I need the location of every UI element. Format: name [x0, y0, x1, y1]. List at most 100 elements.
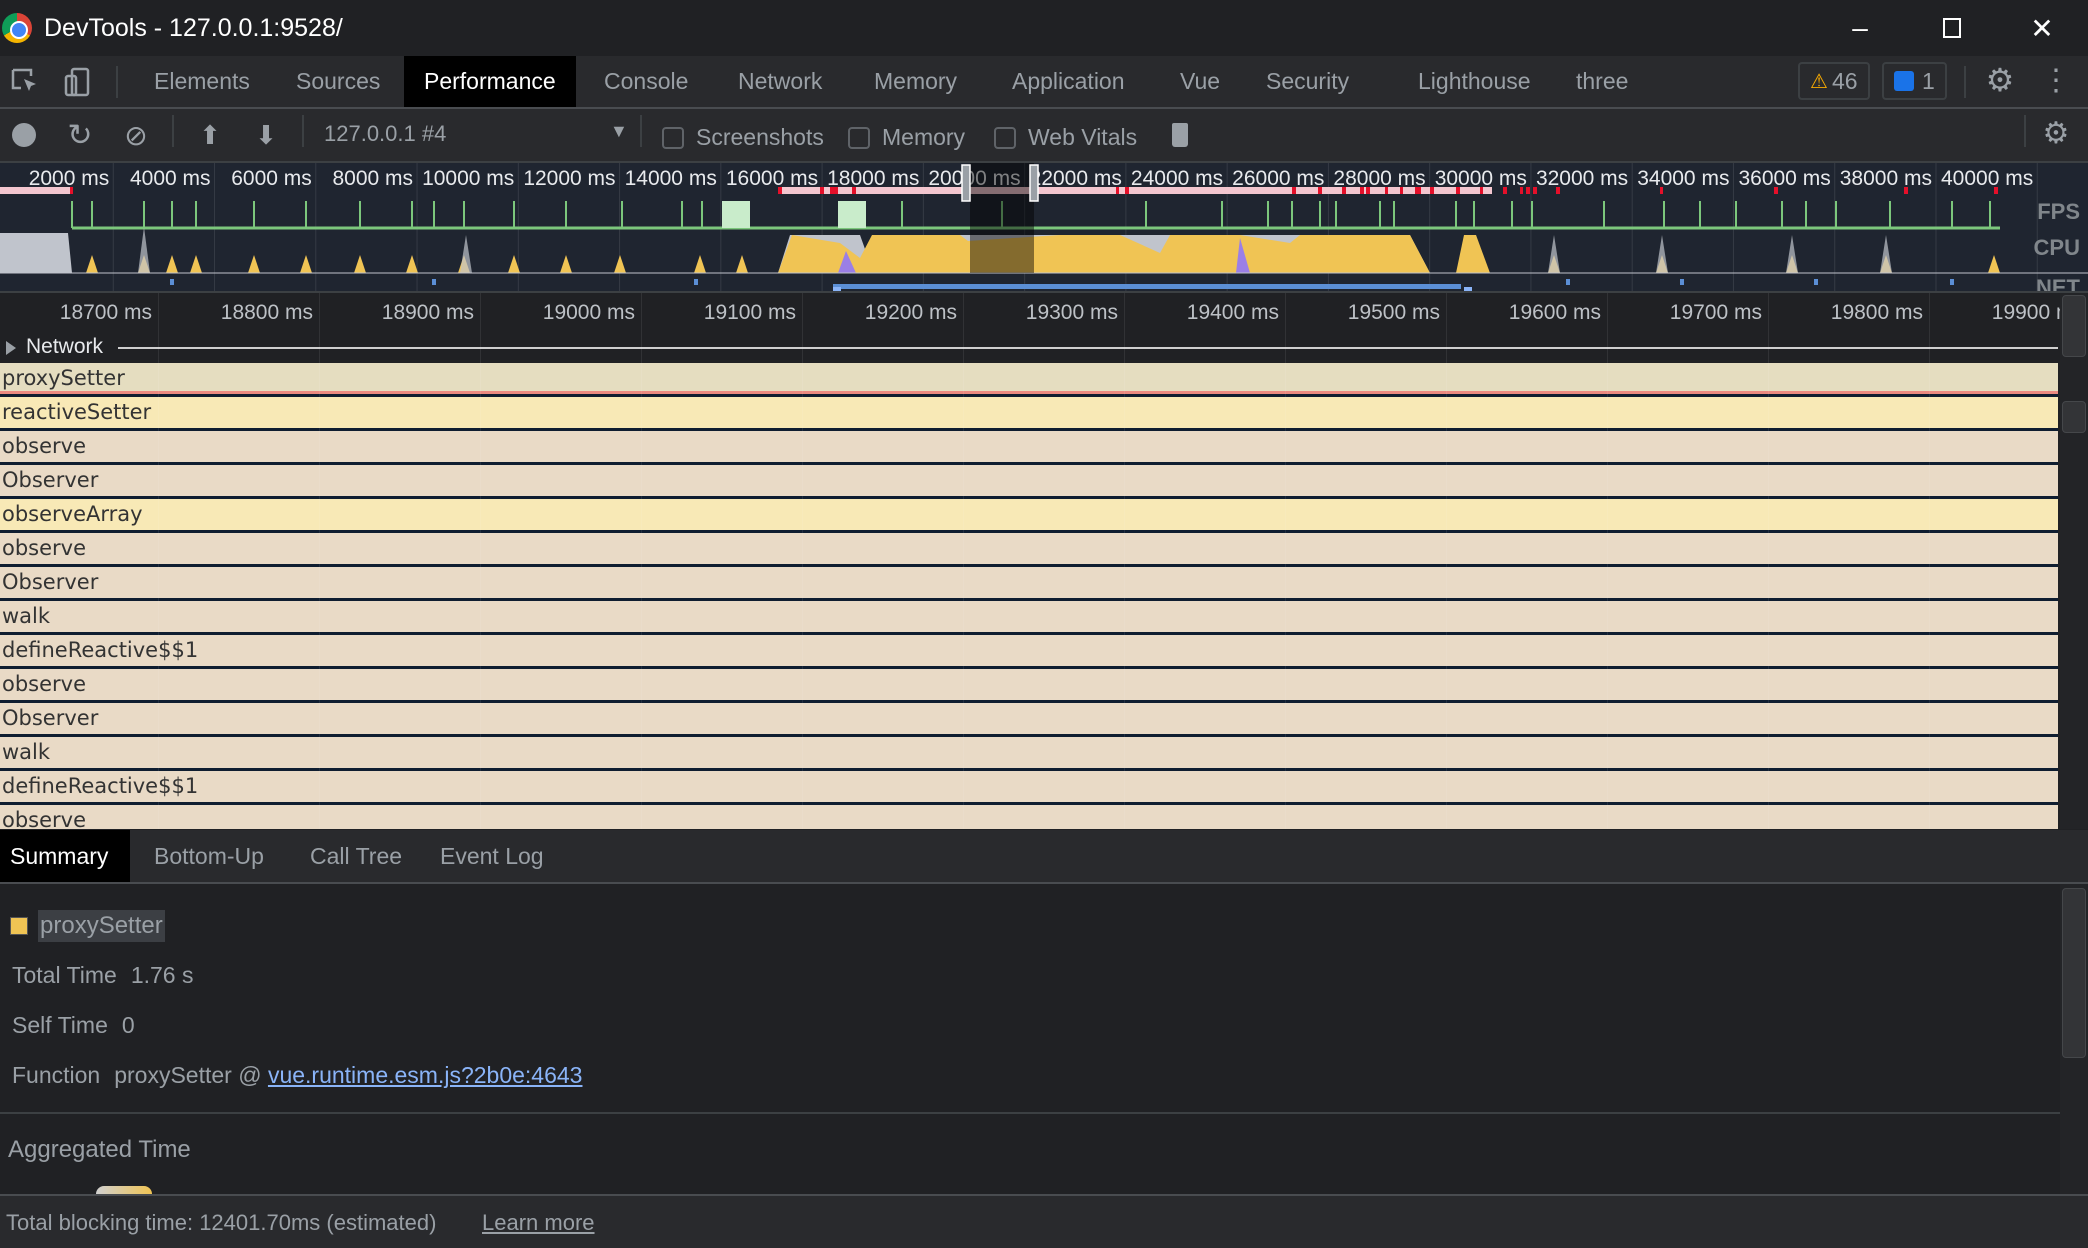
ruler-tick-label: 19500 ms: [1347, 301, 1440, 324]
flame-entry[interactable]: proxySetter: [0, 363, 2058, 394]
clear-button[interactable]: ⊘: [120, 119, 152, 151]
flame-entry[interactable]: observe: [0, 805, 2058, 829]
device-toggle-icon: [64, 67, 90, 97]
timeline-overview[interactable]: 2000 ms 4000 ms 6000 ms 8000 ms 10000 ms 1200…: [0, 163, 2088, 293]
checkbox-box: [848, 126, 870, 149]
divider: [1964, 66, 1966, 98]
long-task-marker: [830, 187, 838, 194]
record-button[interactable]: [8, 119, 40, 151]
tab-elements[interactable]: Elements: [134, 56, 270, 107]
scrollbar-thumb-top[interactable]: [2062, 295, 2086, 357]
flame-entry[interactable]: observeArray: [0, 499, 2058, 530]
flame-entry[interactable]: observe: [0, 431, 2058, 462]
total-blocking-time: Total blocking time: 12401.70ms (estimat…: [6, 1210, 437, 1235]
flame-entry[interactable]: Observer: [0, 465, 2058, 496]
close-button[interactable]: ✕: [1996, 0, 2088, 56]
tab-call-tree[interactable]: Call Tree: [296, 830, 416, 882]
long-task-marker: [1116, 187, 1119, 194]
long-task-marker: [1430, 187, 1434, 194]
long-task-marker: [1994, 187, 1998, 194]
tab-summary[interactable]: Summary: [0, 830, 130, 882]
flame-entry[interactable]: Observer: [0, 703, 2058, 734]
checkbox-box: [994, 126, 1016, 149]
tab-sources[interactable]: Sources: [276, 56, 400, 107]
save-profile-button[interactable]: ⬇: [250, 119, 282, 151]
device-toolbar-button[interactable]: [62, 66, 94, 98]
screenshots-checkbox[interactable]: Screenshots: [662, 124, 824, 151]
tab-performance[interactable]: Performance: [404, 56, 576, 107]
details-tab-bar: Summary Bottom-Up Call Tree Event Log: [0, 830, 2088, 884]
cpu-spike-other: [1786, 235, 1798, 273]
ruler-tick-label: 18900 ms: [381, 301, 474, 324]
chevron-down-icon: ▼: [610, 121, 628, 141]
web-vitals-checkbox[interactable]: Web Vitals: [994, 124, 1137, 151]
long-task-marker: [1520, 187, 1523, 194]
learn-more-link[interactable]: Learn more: [482, 1210, 595, 1236]
tab-event-log[interactable]: Event Log: [426, 830, 558, 882]
reload-record-button[interactable]: ↻: [64, 119, 96, 152]
profile-select-value: 127.0.0.1 #4: [324, 121, 447, 146]
tab-console[interactable]: Console: [584, 56, 708, 107]
garbage-collect-button[interactable]: [1164, 119, 1196, 151]
tab-security[interactable]: Security: [1246, 56, 1369, 107]
flame-entry[interactable]: reactiveSetter: [0, 397, 2058, 428]
total-time-label: Total Time: [12, 962, 117, 988]
long-task-marker: [1456, 187, 1460, 194]
function-value: proxySetter @: [114, 1062, 262, 1088]
minimize-button[interactable]: –: [1814, 0, 1906, 56]
aggregated-pie-chart: [96, 1186, 152, 1194]
settings-button[interactable]: ⚙: [1984, 62, 2016, 98]
flame-entry[interactable]: defineReactive$$1: [0, 635, 2058, 666]
flame-chart-scrollbar[interactable]: [2060, 293, 2088, 829]
tab-network[interactable]: Network: [718, 56, 842, 107]
flame-entry[interactable]: observe: [0, 669, 2058, 700]
tab-lighthouse[interactable]: Lighthouse: [1398, 56, 1551, 107]
overview-tick-label: 16000 ms: [726, 167, 818, 190]
inspect-element-button[interactable]: [10, 66, 42, 98]
flame-entry[interactable]: walk: [0, 601, 2058, 632]
profile-select[interactable]: 127.0.0.1 #4 ▼: [324, 121, 628, 147]
scrollbar-thumb[interactable]: [2062, 888, 2086, 1058]
warnings-badge[interactable]: ⚠ 46: [1798, 62, 1870, 100]
net-request-marker: [432, 279, 436, 285]
tab-bottom-up[interactable]: Bottom-Up: [140, 830, 278, 882]
long-task-marker: [820, 187, 824, 194]
net-request-marker: [1566, 279, 1570, 285]
tab-application[interactable]: Application: [992, 56, 1145, 107]
tab-three[interactable]: three: [1556, 56, 1648, 107]
category-swatch: [10, 917, 28, 935]
more-options-button[interactable]: ⋮: [2040, 64, 2072, 97]
flame-entry[interactable]: observe: [0, 533, 2058, 564]
selection-handle-left: [961, 164, 971, 202]
selection-window: [970, 163, 1034, 273]
expand-triangle-icon: [6, 341, 16, 355]
flame-chart[interactable]: proxySetter reactiveSetter observe Observer…: [0, 363, 2058, 829]
maximize-button[interactable]: [1906, 0, 1998, 56]
grid-line: [963, 293, 964, 829]
tab-memory[interactable]: Memory: [854, 56, 977, 107]
flame-entry[interactable]: Observer: [0, 567, 2058, 598]
window-title: DevTools - 127.0.0.1:9528/: [44, 13, 343, 42]
long-task-marker: [1342, 187, 1346, 194]
network-track-header[interactable]: Network: [0, 333, 2060, 363]
cpu-spike-other: [138, 227, 150, 273]
summary-scrollbar[interactable]: [2060, 884, 2088, 1194]
flame-entry[interactable]: defineReactive$$1: [0, 771, 2058, 802]
scrollbar-thumb[interactable]: [2062, 401, 2086, 433]
long-task-bar: [778, 187, 1492, 194]
messages-badge[interactable]: 1: [1882, 62, 1947, 100]
divider: [0, 1112, 2060, 1114]
source-link[interactable]: vue.runtime.esm.js?2b0e:4643: [268, 1062, 583, 1088]
overview-tick-label: 2000 ms: [29, 167, 110, 190]
capture-settings-button[interactable]: ⚙: [2040, 117, 2072, 150]
inspect-element-icon: [11, 68, 36, 91]
tab-vue[interactable]: Vue: [1160, 56, 1240, 107]
minimize-icon: –: [1852, 12, 1868, 43]
cpu-area-scripting: [778, 235, 1430, 273]
load-profile-button[interactable]: ⬆: [194, 119, 226, 151]
net-request-marker: [1950, 279, 1954, 285]
ruler-tick-label: 19000 ms: [542, 301, 635, 324]
long-task-marker: [1400, 187, 1403, 194]
flame-entry[interactable]: walk: [0, 737, 2058, 768]
memory-checkbox[interactable]: Memory: [848, 124, 965, 151]
